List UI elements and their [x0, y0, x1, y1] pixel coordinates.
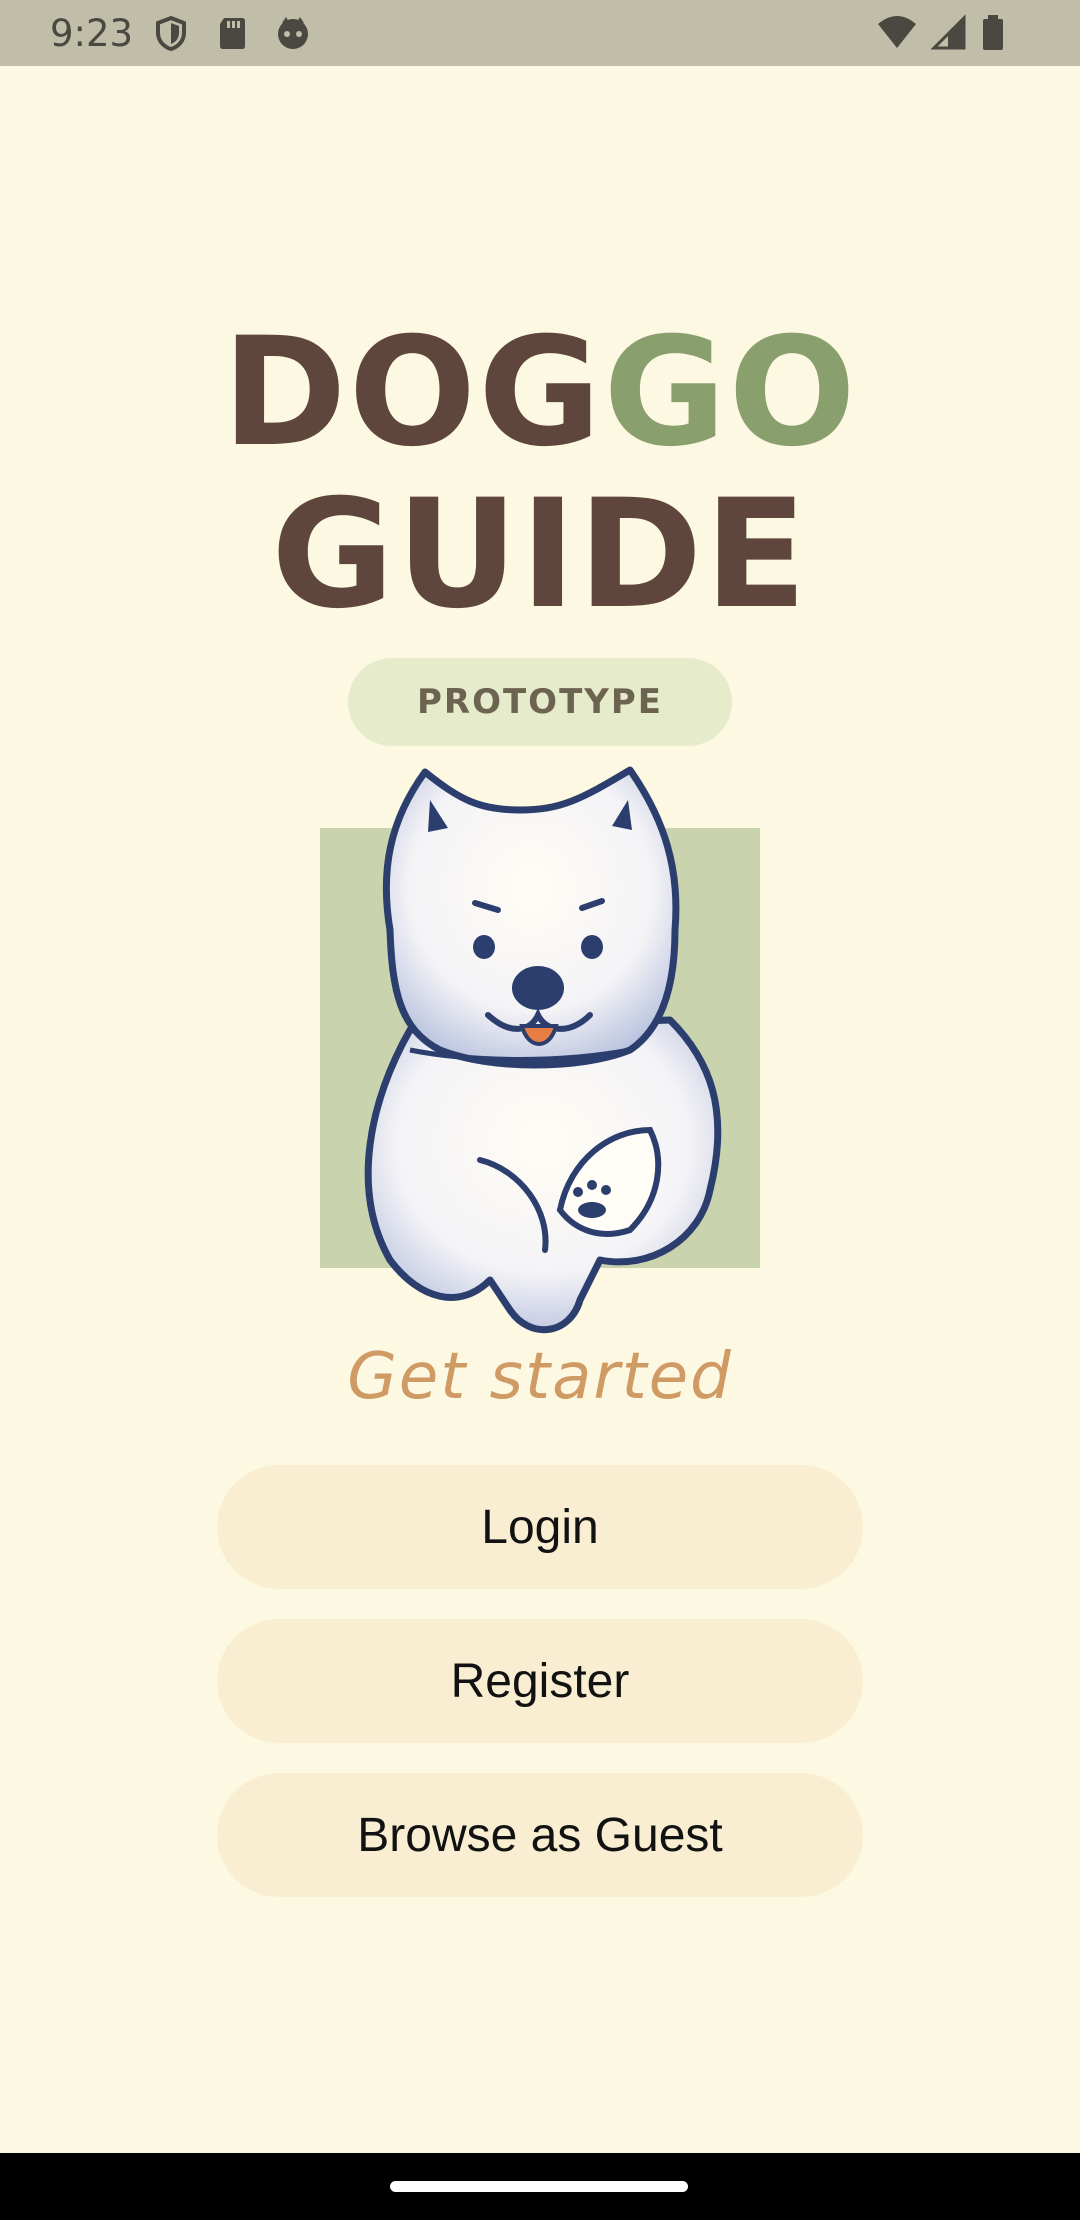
sd-card-icon: [220, 18, 245, 49]
app-title-part2: GO: [603, 306, 858, 480]
app-title-part1: DOG: [222, 306, 604, 480]
face-icon: [278, 17, 308, 49]
wifi-icon: [878, 16, 916, 48]
status-time: 9:23: [50, 12, 134, 55]
prototype-badge: PROTOTYPE: [348, 658, 732, 746]
shield-icon: [156, 15, 186, 52]
browse-as-guest-button[interactable]: Browse as Guest: [217, 1773, 863, 1897]
register-button[interactable]: Register: [217, 1619, 863, 1743]
status-bar: 9:23: [0, 0, 1080, 66]
signal-icon: [930, 14, 966, 50]
dog-illustration: [364, 766, 722, 1334]
battery-icon: [983, 15, 1003, 50]
app-title-line1: DOGGO: [0, 318, 1080, 468]
get-started-heading: Get started: [347, 1340, 733, 1414]
home-gesture-handle[interactable]: [390, 2181, 688, 2192]
login-button[interactable]: Login: [217, 1465, 863, 1589]
app-title-line2: GUIDE: [271, 468, 809, 642]
